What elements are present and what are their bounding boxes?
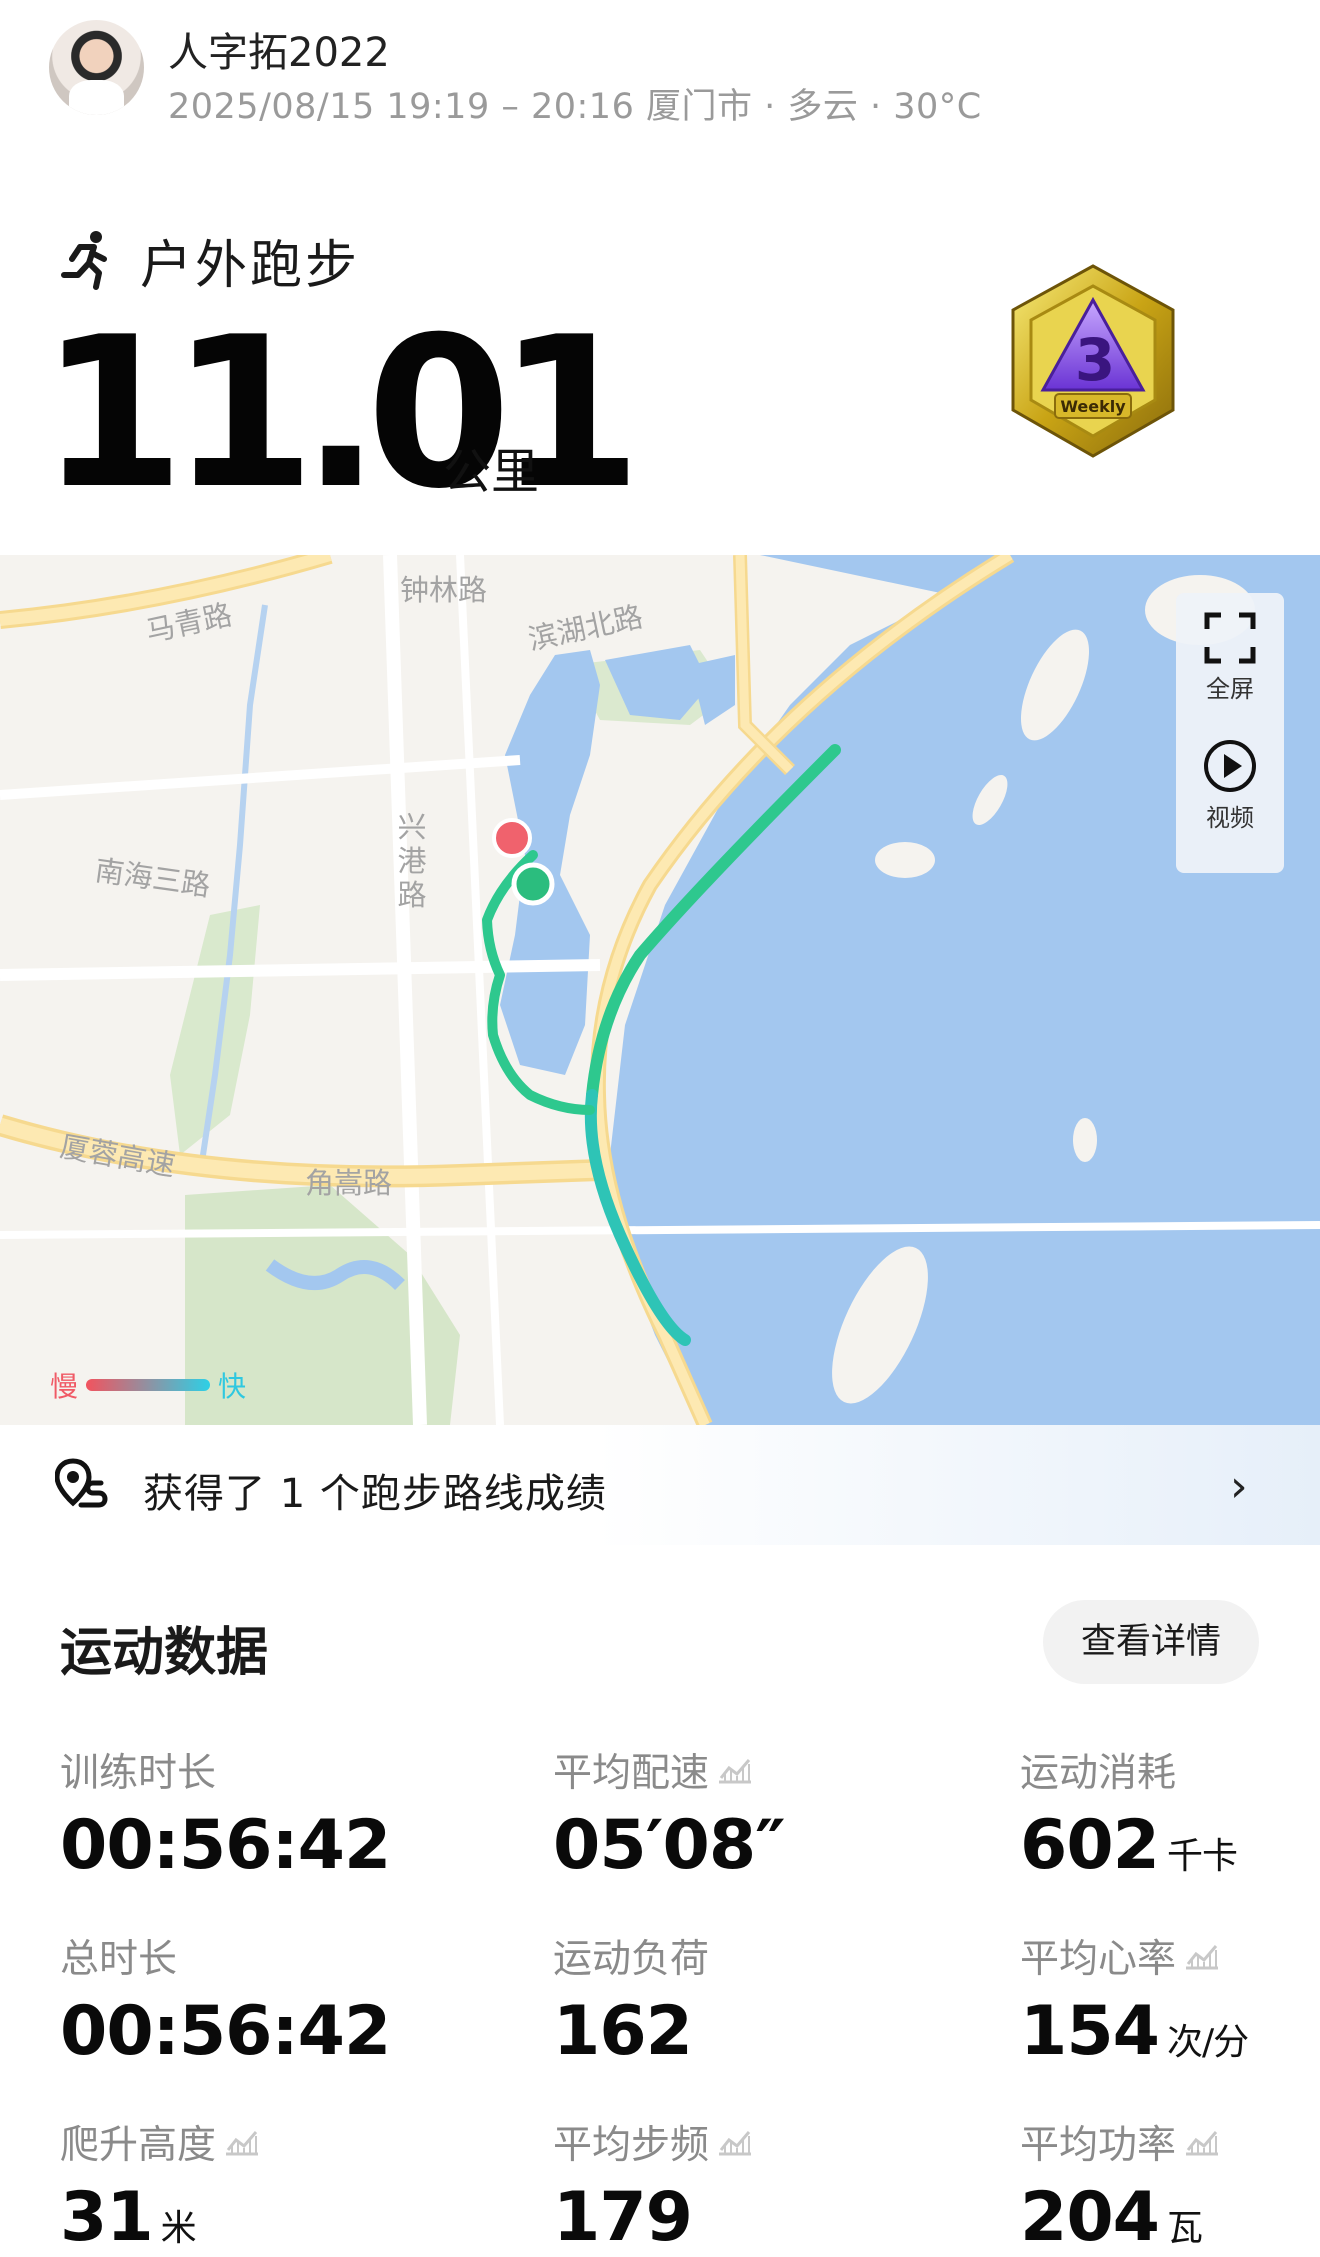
metric-avg-heart-rate[interactable]: 平均心率 154 次/分 xyxy=(1020,1928,1249,2071)
metric-label: 平均心率 xyxy=(1020,1937,1177,1982)
svg-text:Weekly: Weekly xyxy=(1060,397,1126,416)
chart-icon xyxy=(719,1759,752,1784)
stats-section-title: 运动数据 xyxy=(60,1623,269,1683)
route-achievement-banner[interactable]: 获得了 1 个跑步路线成绩 › xyxy=(0,1425,1320,1545)
metric-avg-power[interactable]: 平均功率 204 瓦 xyxy=(1020,2114,1220,2257)
running-icon xyxy=(61,231,107,290)
metric-total-duration: 总时长 00:56:42 xyxy=(60,1928,391,2071)
road-label-xinggang: 兴港路 xyxy=(397,810,427,912)
legend-slow-label: 慢 xyxy=(50,1370,79,1403)
chart-icon xyxy=(719,2131,752,2156)
road-label-zhonglin: 钟林路 xyxy=(400,573,488,607)
pace-gradient-bar xyxy=(86,1379,211,1391)
video-button[interactable]: 视频 xyxy=(1176,738,1284,833)
metric-label: 平均功率 xyxy=(1020,2123,1177,2168)
metric-training-duration: 训练时长 00:56:42 xyxy=(60,1742,391,1885)
metric-value: 602 xyxy=(1020,1806,1160,1885)
weekly-medal-badge[interactable]: 3 Weekly xyxy=(1003,262,1183,462)
metric-value: 162 xyxy=(553,1992,693,2071)
metric-avg-pace[interactable]: 平均配速 05′08″ xyxy=(553,1742,786,1885)
play-icon xyxy=(1204,740,1256,792)
metric-value: 154 xyxy=(1020,1992,1160,2071)
legend-fast-label: 快 xyxy=(218,1370,247,1403)
metric-value: 31 xyxy=(60,2178,154,2257)
view-details-button[interactable]: 查看详情 xyxy=(1043,1600,1259,1684)
metric-calories: 运动消耗 602 千卡 xyxy=(1020,1742,1238,1885)
chart-icon xyxy=(1186,1945,1219,1970)
route-achievement-text: 获得了 1 个跑步路线成绩 xyxy=(143,1471,607,1517)
metric-label: 运动消耗 xyxy=(1020,1751,1177,1796)
fullscreen-label: 全屏 xyxy=(1206,675,1254,703)
video-label: 视频 xyxy=(1206,804,1254,832)
metric-value: 05′08″ xyxy=(553,1806,786,1885)
total-distance: 11.01 xyxy=(40,293,642,535)
activity-time-location-weather: 2025/08/15 19:19 – 20:16 厦门市 · 多云 · 30°C xyxy=(168,87,982,127)
metric-label: 训练时长 xyxy=(60,1751,217,1796)
user-avatar[interactable] xyxy=(49,20,144,115)
sport-type-label: 户外跑步 xyxy=(140,235,361,296)
road-label-jiaosong: 角嵩路 xyxy=(305,1166,393,1200)
metric-unit: 千卡 xyxy=(1166,1836,1238,1877)
metric-label: 平均配速 xyxy=(553,1751,710,1796)
route-map[interactable]: 钟林路 马青路 滨湖北路 兴港路 南海三路 厦蓉高速 角嵩路 全屏 视频 慢 快 xyxy=(0,555,1320,1425)
route-end-marker xyxy=(511,862,555,906)
fullscreen-icon xyxy=(1204,612,1256,664)
metric-unit: 次/分 xyxy=(1166,2022,1249,2063)
svg-text:3: 3 xyxy=(1075,326,1115,394)
metric-label: 运动负荷 xyxy=(553,1937,710,1982)
chevron-right-icon: › xyxy=(1230,1461,1248,1512)
metric-training-load: 运动负荷 162 xyxy=(553,1928,709,2071)
metric-label: 总时长 xyxy=(60,1937,178,1982)
metric-elevation-gain[interactable]: 爬升高度 31 米 xyxy=(60,2114,260,2257)
sport-type: 户外跑步 xyxy=(58,225,361,296)
map-controls: 全屏 视频 xyxy=(1176,593,1284,873)
chart-icon xyxy=(226,2131,259,2156)
metric-unit: 瓦 xyxy=(1166,2208,1203,2249)
metric-value: 179 xyxy=(553,2178,693,2257)
map-canvas[interactable] xyxy=(0,555,1320,1425)
distance-unit: 公里 xyxy=(443,444,540,500)
route-pin-icon xyxy=(55,1458,108,1508)
metric-value: 00:56:42 xyxy=(60,1992,391,2071)
metric-value: 00:56:42 xyxy=(60,1806,391,1885)
metric-label: 平均步频 xyxy=(553,2123,710,2168)
metric-unit: 米 xyxy=(160,2208,197,2249)
activity-header: 人字拓2022 2025/08/15 19:19 – 20:16 厦门市 · 多… xyxy=(0,0,1320,150)
metric-avg-cadence[interactable]: 平均步频 179 xyxy=(553,2114,753,2257)
metric-label: 爬升高度 xyxy=(60,2123,217,2168)
chart-icon xyxy=(1186,2131,1219,2156)
pace-legend: 慢 快 xyxy=(50,1365,246,1405)
metric-value: 204 xyxy=(1020,2178,1160,2257)
username[interactable]: 人字拓2022 xyxy=(168,20,390,78)
route-start-marker xyxy=(492,818,532,858)
fullscreen-button[interactable]: 全屏 xyxy=(1176,611,1284,704)
